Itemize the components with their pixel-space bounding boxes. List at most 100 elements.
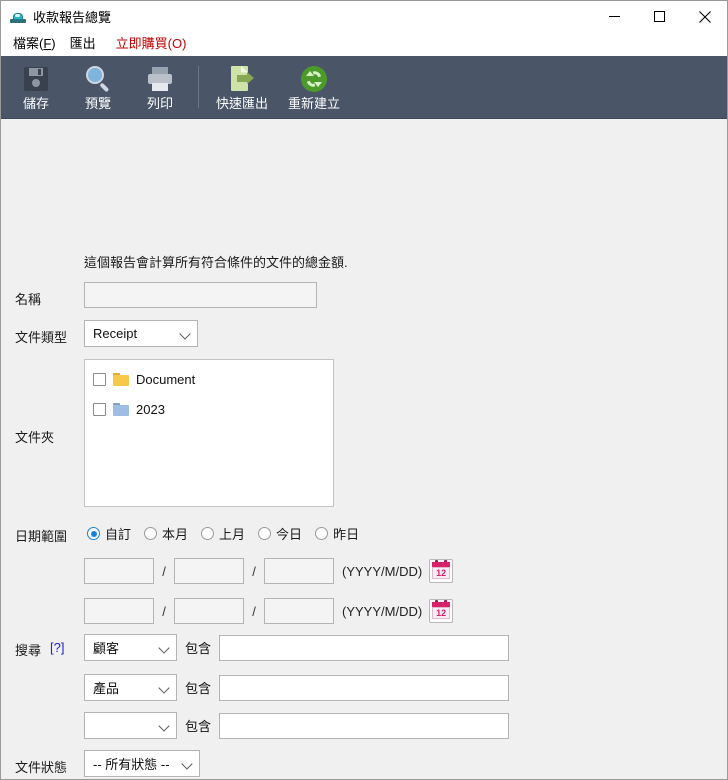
- window-controls: [592, 1, 727, 32]
- toolbar-print-label: 列印: [146, 95, 173, 111]
- window-title: 收款報告總覽: [33, 10, 112, 25]
- date-to-day-input[interactable]: [264, 598, 334, 624]
- search-field-select[interactable]: 顧客: [84, 634, 177, 661]
- toolbar-rebuild-label: 重新建立: [287, 95, 340, 111]
- radio-indicator[interactable]: [315, 527, 329, 540]
- search-value-input[interactable]: [219, 712, 510, 739]
- folder-icon: [113, 402, 129, 416]
- minimize-icon: [609, 16, 620, 17]
- folder-tree[interactable]: Document 2023: [84, 359, 334, 507]
- chevron-down-icon: [159, 720, 170, 731]
- date-format-hint: (YYYY/M/DD): [342, 603, 423, 619]
- search-operator-label: 包含: [185, 641, 212, 656]
- toolbar-print-button[interactable]: 列印: [129, 56, 191, 118]
- date-from-year-input[interactable]: [84, 558, 154, 584]
- printer-icon: [145, 64, 175, 94]
- search-operator-label: 包含: [185, 719, 212, 734]
- minimize-button[interactable]: [592, 1, 637, 32]
- search-row: 顧客 包含: [84, 634, 510, 661]
- maximize-icon: [654, 11, 665, 22]
- floppy-save-icon: [21, 64, 51, 94]
- date-separator: /: [252, 563, 256, 579]
- radio-indicator[interactable]: [258, 527, 272, 540]
- date-range-option-label: 上月: [219, 527, 246, 542]
- date-range-option-label: 昨日: [333, 527, 360, 542]
- title-bar: 收款報告總覽: [1, 1, 727, 33]
- search-value-input[interactable]: [219, 634, 510, 661]
- date-to-calendar-button[interactable]: 12: [429, 599, 454, 623]
- search-field-value: 產品: [93, 681, 120, 696]
- doc-status-value: -- 所有狀態 --: [93, 757, 170, 772]
- app-icon: [10, 9, 26, 25]
- chevron-down-icon: [159, 682, 170, 693]
- search-row: 包含: [84, 712, 510, 739]
- date-separator: /: [162, 603, 166, 619]
- date-range-option-this-month[interactable]: 本月: [144, 524, 188, 543]
- toolbar-save-label: 儲存: [22, 95, 49, 111]
- date-range-label: 日期範圍: [15, 529, 68, 544]
- toolbar-preview-button[interactable]: 預覽: [67, 56, 129, 118]
- maximize-button[interactable]: [637, 1, 682, 32]
- doc-type-label: 文件類型: [15, 330, 68, 345]
- search-field-select[interactable]: 產品: [84, 674, 177, 701]
- doc-status-label: 文件狀態: [15, 760, 68, 775]
- date-range-option-last-month[interactable]: 上月: [201, 524, 245, 543]
- menu-item-buy-now[interactable]: 立即購買(O): [106, 34, 197, 55]
- toolbar-quick-export-button[interactable]: 快速匯出: [206, 56, 278, 118]
- doc-status-select[interactable]: -- 所有狀態 --: [84, 750, 200, 777]
- date-from-month-input[interactable]: [174, 558, 244, 584]
- menu-item-file[interactable]: 檔案(F): [9, 34, 66, 55]
- date-from-calendar-button[interactable]: 12: [429, 559, 454, 583]
- doc-type-value: Receipt: [93, 326, 138, 341]
- menu-item-export[interactable]: 匯出: [66, 34, 106, 55]
- folder-checkbox[interactable]: [93, 372, 106, 386]
- menu-item-file-post: ): [51, 36, 56, 51]
- radio-indicator[interactable]: [87, 527, 100, 540]
- date-format-hint: (YYYY/M/DD): [342, 563, 423, 579]
- magnifier-preview-icon: [83, 64, 113, 94]
- date-to-month-input[interactable]: [174, 598, 244, 624]
- folder-name: Document: [136, 371, 196, 387]
- folder-tree-item[interactable]: 2023: [93, 398, 333, 420]
- date-range-option-label: 自訂: [105, 527, 132, 542]
- date-separator: /: [162, 563, 166, 579]
- doc-type-select[interactable]: Receipt: [84, 320, 198, 347]
- date-range-option-label: 今日: [276, 527, 303, 542]
- menu-bar: 檔案(F) 匯出 立即購買(O): [1, 33, 727, 56]
- toolbar-quick-export-label: 快速匯出: [215, 95, 268, 111]
- report-summary-window: 收款報告總覽 檔案(F) 匯出 立即購買(O) 儲存 預覽 列印 快速匯出 重新…: [0, 0, 728, 780]
- search-help-link[interactable]: [?]: [50, 640, 64, 655]
- date-from-row: / / (YYYY/M/DD) 12: [84, 558, 454, 584]
- folder-tree-item[interactable]: Document: [93, 368, 333, 390]
- search-field-value: 顧客: [93, 641, 120, 656]
- date-to-year-input[interactable]: [84, 598, 154, 624]
- date-from-day-input[interactable]: [264, 558, 334, 584]
- menu-item-file-pre: 檔案(: [13, 36, 44, 51]
- date-range-option-today[interactable]: 今日: [258, 524, 302, 543]
- search-operator-label: 包含: [185, 681, 212, 696]
- chevron-down-icon: [180, 328, 191, 339]
- toolbar-rebuild-button[interactable]: 重新建立: [278, 56, 350, 118]
- date-range-radio-group: 自訂 本月 上月 今日 昨日: [87, 524, 372, 543]
- folder-checkbox[interactable]: [93, 402, 106, 416]
- toolbar-save-button[interactable]: 儲存: [5, 56, 67, 118]
- search-row: 產品 包含: [84, 674, 510, 701]
- toolbar-separator: [198, 66, 199, 108]
- radio-indicator[interactable]: [144, 527, 158, 540]
- name-input[interactable]: [84, 282, 317, 308]
- search-field-select[interactable]: [84, 712, 177, 739]
- toolbar: 儲存 預覽 列印 快速匯出 重新建立: [1, 56, 727, 119]
- chevron-down-icon: [159, 642, 170, 653]
- name-label: 名稱: [15, 292, 42, 307]
- radio-indicator[interactable]: [201, 527, 215, 540]
- close-button[interactable]: [682, 1, 727, 32]
- page-export-arrow-icon: [227, 64, 257, 94]
- search-value-input[interactable]: [219, 674, 510, 701]
- close-icon: [698, 10, 711, 23]
- date-range-option-custom[interactable]: 自訂: [87, 524, 131, 543]
- date-separator: /: [252, 603, 256, 619]
- search-label: 搜尋: [15, 643, 42, 658]
- date-range-option-yesterday[interactable]: 昨日: [315, 524, 359, 543]
- title-bar-left: 收款報告總覽: [1, 7, 592, 26]
- chevron-down-icon: [182, 758, 193, 769]
